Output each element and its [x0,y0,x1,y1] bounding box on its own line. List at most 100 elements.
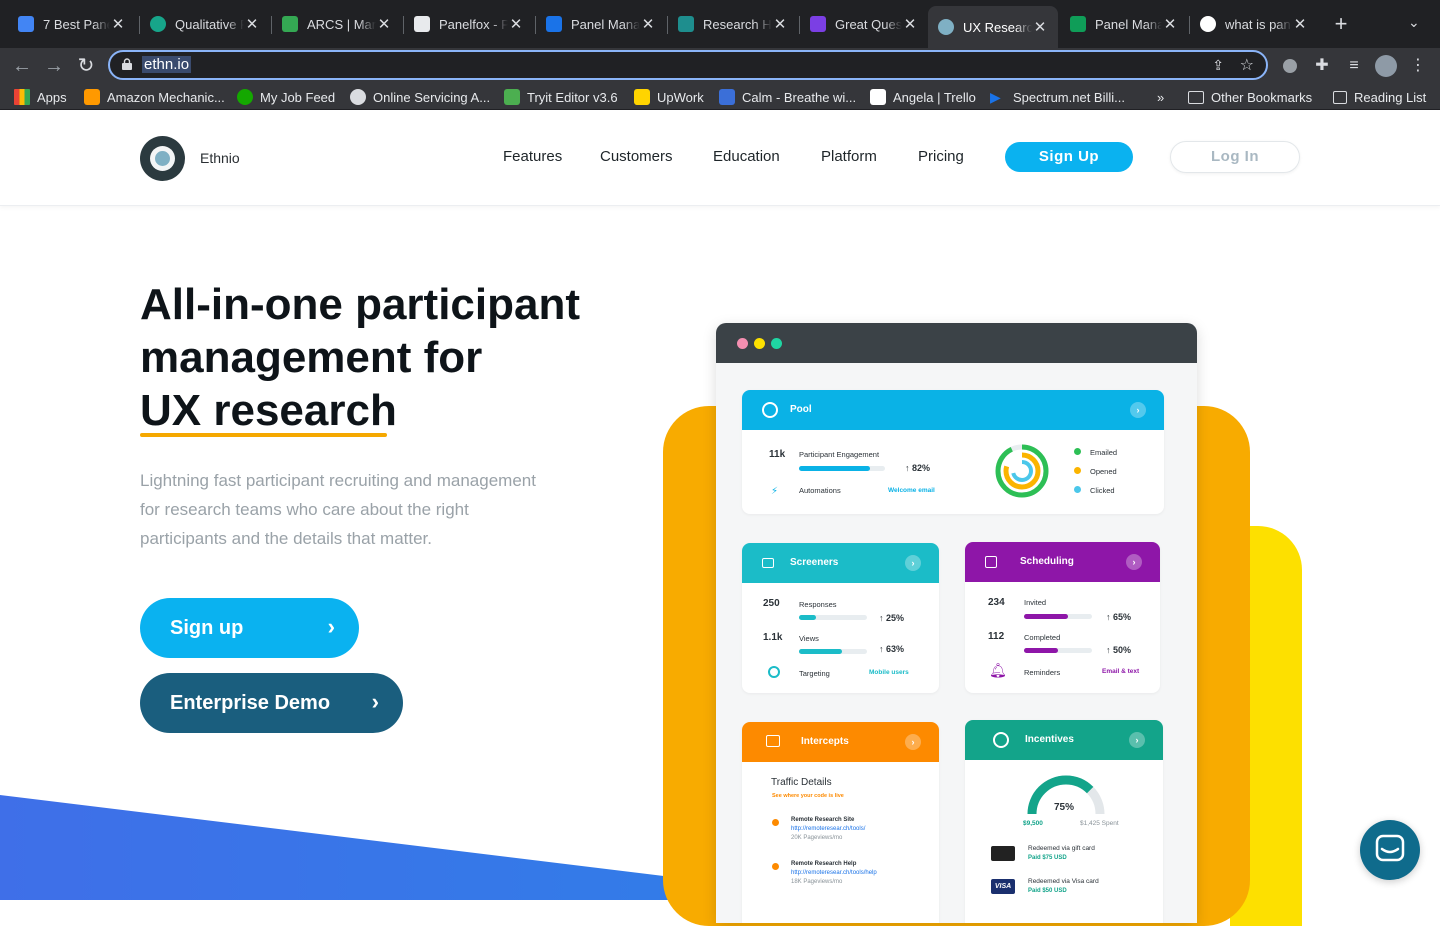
browser-tab[interactable]: 7 Best Panel Management Software ✕ [8,6,136,42]
legend-dot-icon [1074,486,1081,493]
extensions-puzzle-icon[interactable]: ✚ [1310,54,1334,78]
folder-icon [1188,90,1204,104]
folder-icon [634,89,650,105]
browser-tab-active[interactable]: UX Research ✕ [928,6,1058,48]
tab-title: Panel Management [1095,16,1162,32]
enterprise-demo-button[interactable]: Enterprise Demo › [140,673,403,733]
docs-icon [18,16,34,32]
chevron-right-icon[interactable]: › [1126,554,1142,570]
bookmark-star-icon[interactable]: ☆ [1240,55,1254,75]
bookmark-label: Apps [37,89,67,105]
dashboard-preview-window: Pool › 11k Participant Engagement ↑ 82% … [716,323,1197,923]
more-bookmarks-button[interactable]: » [1157,87,1164,107]
site-icon [150,16,166,32]
nav-pricing[interactable]: Pricing [918,148,964,165]
window-titlebar [716,323,1197,363]
chevron-right-icon[interactable]: › [1130,402,1146,418]
tab-search-chevron-icon[interactable]: ⌄ [1408,14,1420,31]
bookmark-label: Amazon Mechanic... [107,89,225,105]
chevron-right-icon: › [371,689,379,714]
close-icon[interactable]: ✕ [1292,15,1308,33]
browser-tab[interactable]: Panel Management | XM ✕ [536,6,666,42]
scheduling-card: Scheduling › 234 Invited ↑ 65% 112 Compl… [965,542,1160,693]
window-dot-icon [737,338,748,349]
browser-toolbar: ← → ↻ ethn.io ⇪ ☆ ✚ ≡ ⋮ [0,48,1440,84]
views-bar [799,649,867,654]
ethnio-logo[interactable] [140,136,185,181]
close-icon[interactable]: ✕ [110,15,126,33]
nav-education[interactable]: Education [713,148,780,165]
nav-customers[interactable]: Customers [600,148,673,165]
completed-pct: ↑ 50% [1106,645,1132,655]
scheduling-card-header: Scheduling › [965,542,1160,582]
close-icon[interactable]: ✕ [1162,15,1178,33]
close-icon[interactable]: ✕ [640,15,656,33]
browser-tab[interactable]: ARCS | Market Research ✕ [272,6,402,42]
header-signup-button[interactable]: Sign Up [1005,142,1133,172]
title-underline [140,433,387,437]
chevron-right-icon[interactable]: › [905,555,921,571]
intercepts-card-header: Intercepts › [742,722,939,762]
lock-icon [122,58,132,70]
url-text[interactable]: ethn.io [142,56,192,73]
pool-card: Pool › 11k Participant Engagement ↑ 82% … [742,390,1164,514]
browser-tab[interactable]: Panelfox - Panel Management ✕ [404,6,534,42]
new-tab-button[interactable]: + [1330,12,1352,36]
status-dot-icon [772,819,779,826]
close-icon[interactable]: ✕ [508,15,524,33]
bookmark-apps[interactable]: Apps [14,87,67,107]
bookmark-item[interactable]: Online Servicing A... [350,87,490,107]
browser-menu-icon[interactable]: ⋮ [1406,54,1430,78]
close-icon[interactable]: ✕ [244,15,260,33]
engagement-pct: ↑ 82% [905,463,931,473]
tab-title: Research Hub [703,16,772,32]
list-icon [762,558,774,568]
share-icon[interactable]: ⇪ [1212,57,1224,74]
bell-icon: 🔔︎ [989,662,1007,678]
other-bookmarks-folder[interactable]: Other Bookmarks [1188,87,1312,107]
legend-dot-icon [1074,467,1081,474]
address-bar[interactable]: ethn.io ⇪ ☆ [108,50,1268,80]
reading-list-button[interactable]: Reading List [1333,87,1426,107]
brand-name[interactable]: Ethnio [200,150,240,166]
bookmark-item[interactable]: Calm - Breathe wi... [719,87,856,107]
bookmark-item[interactable]: Amazon Mechanic... [84,87,225,107]
visa-card-icon: VISA [991,879,1015,894]
chat-launcher-button[interactable] [1360,820,1420,880]
profile-avatar[interactable] [1374,54,1398,78]
bookmark-item[interactable]: Angela | Trello [870,87,976,107]
header-login-button[interactable]: Log In [1170,141,1300,173]
browser-tab[interactable]: Qualitative Research ✕ [140,6,270,42]
forward-arrow-icon[interactable]: → [42,54,66,78]
bookmark-item[interactable]: Tryit Editor v3.6 [504,87,618,107]
reload-icon[interactable]: ↻ [74,54,98,78]
signup-cta-button[interactable]: Sign up › [140,598,359,658]
close-icon[interactable]: ✕ [772,15,788,33]
close-icon[interactable]: ✕ [1032,18,1048,36]
browser-tab[interactable]: what is panel management ✕ [1190,6,1318,42]
media-queue-icon[interactable]: ≡ [1342,54,1366,78]
sheets-icon [1070,16,1086,32]
extension-circle-icon[interactable] [1278,54,1302,78]
upwork-icon [237,89,253,105]
bookmark-item[interactable]: ▶ Spectrum.net Billi... [990,87,1125,107]
completed-bar [1024,648,1092,653]
pool-icon [762,402,778,418]
nav-platform[interactable]: Platform [821,148,877,165]
close-icon[interactable]: ✕ [902,15,918,33]
chevron-right-icon: › [327,614,335,639]
browser-tab[interactable]: Great Questions ✕ [800,6,928,42]
bookmark-item[interactable]: My Job Feed [237,87,335,107]
close-icon[interactable]: ✕ [376,15,392,33]
chevron-right-icon[interactable]: › [1129,732,1145,748]
tab-title: Great Questions [835,16,902,32]
invited-pct: ↑ 65% [1106,612,1132,622]
browser-tab[interactable]: Research Hub ✕ [668,6,798,42]
chevron-right-icon[interactable]: › [905,734,921,750]
back-arrow-icon[interactable]: ← [10,54,34,78]
bookmark-item[interactable]: UpWork [634,87,704,107]
nav-features[interactable]: Features [503,148,562,165]
chat-icon [1375,834,1405,862]
trello-icon [870,89,886,105]
browser-tab[interactable]: Panel Management ✕ [1060,6,1188,42]
